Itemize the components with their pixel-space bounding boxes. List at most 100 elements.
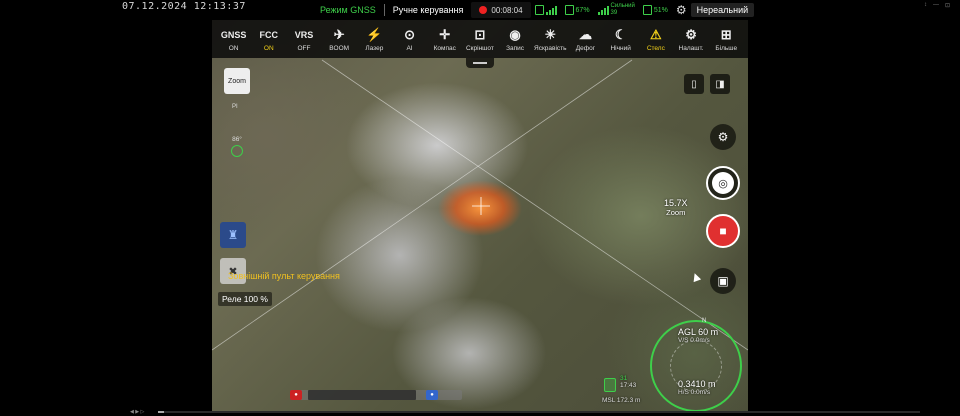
slider-right-blue-button[interactable]: ●	[426, 390, 438, 400]
video-record-button[interactable]: ■	[706, 214, 740, 248]
zoom-button[interactable]: Zoom	[224, 68, 250, 94]
window-controls: ↕ — ⊡	[924, 2, 950, 9]
player-controls-icon[interactable]: ◀ ▶ ▷	[130, 409, 144, 415]
agl-value: AGL 60 m	[678, 327, 719, 337]
distance-value: 0.3410 m	[678, 379, 716, 389]
gimbal-circle-icon	[231, 145, 243, 157]
msl-block: MSL 172.3 m	[602, 397, 640, 404]
rc-signal-icon	[545, 5, 557, 15]
fcc-icon: FCC	[259, 29, 279, 40]
signal-quality-label: Сильний	[610, 3, 635, 9]
toolbar-compass[interactable]: ✛ Компас	[428, 27, 462, 52]
drone-camera-view[interactable]: GNSS ON FCC ON VRS OFF ✈ BOOM ⚡ Лазер ⊙ AI ✛ Ко…	[212, 20, 748, 412]
top-bar: 07.12.2024 12:13:37 Режим GNSS Ручне кер…	[0, 0, 960, 20]
layout-pip-button[interactable]: ◨	[710, 74, 730, 94]
top-toolbar: GNSS ON FCC ON VRS OFF ✈ BOOM ⚡ Лазер ⊙ AI ✛ Ко…	[212, 20, 748, 58]
gimbal-angle: 86°	[232, 136, 242, 143]
vrs-icon: VRS	[294, 29, 314, 40]
video-scrubber[interactable]: ◀ ▶ ▷	[130, 408, 950, 416]
gnss-state: ON	[228, 44, 239, 52]
battery-icon	[564, 5, 574, 15]
toolbar-record[interactable]: ◉ Запис	[498, 27, 532, 52]
record-icon: ◉	[509, 26, 521, 42]
dot-icon: ●	[430, 392, 434, 398]
record-label: Запис	[506, 44, 525, 52]
more-label: Більше	[715, 44, 738, 52]
bottom-slider-fill	[308, 390, 416, 400]
distance-block: 0.3410 m H/S 0.0m/s	[678, 379, 716, 396]
video-signal-icon	[597, 5, 609, 15]
msl-value: MSL 172.3 m	[602, 397, 641, 404]
horizontal-speed: H/S 0.0m/s	[678, 389, 711, 396]
defog-label: Дефог	[575, 44, 596, 52]
rc-battery-icon	[642, 5, 652, 15]
control-mode[interactable]: Ручне керування	[385, 5, 472, 15]
gimbal-indicator: 86°	[228, 136, 246, 157]
toolbar-stealth[interactable]: ⚠ Стелс	[639, 27, 673, 52]
photo-shutter-button[interactable]: ◎	[706, 166, 740, 200]
drone-icon: ✈	[333, 26, 345, 42]
video-timestamp: 07.12.2024 12:13:37	[122, 1, 246, 12]
slider-left-red-button[interactable]: ●	[290, 390, 302, 400]
beacon-button[interactable]: ♜	[220, 222, 246, 248]
compass-icon: ✛	[439, 26, 451, 42]
north-marker: N	[702, 318, 707, 324]
toolbar-collapse-handle[interactable]	[466, 58, 494, 68]
toolbar-more[interactable]: ⊞ Більше	[709, 27, 743, 52]
night-label: Нічний	[610, 44, 631, 52]
defog-icon: ☁	[578, 26, 592, 42]
gnss-icon: GNSS	[220, 29, 247, 40]
relay-status: Реле 100 %	[218, 292, 272, 306]
toolbar-ai[interactable]: ⊙ AI	[393, 27, 427, 52]
toolbar-vrs[interactable]: VRS OFF	[287, 27, 321, 52]
laser-label: Лазер	[365, 44, 384, 52]
fcc-state: ON	[263, 44, 274, 52]
vertical-speed: V/S 0.0m/s	[678, 337, 710, 344]
boom-label: BOOM	[329, 44, 350, 52]
scrubber-track[interactable]	[158, 411, 920, 413]
rc-battery-value: 51%	[653, 6, 668, 14]
gps-count: 31	[620, 375, 628, 382]
stealth-icon: ⚠	[650, 26, 662, 42]
screenshot-label: Скріншот	[465, 44, 494, 52]
window-ctrl-maximize[interactable]: ⊡	[945, 2, 950, 9]
status-strip: Режим GNSS Ручне керування 00:08:04 67% …	[312, 0, 755, 20]
layout-split-button[interactable]: ▯	[684, 74, 704, 94]
toolbar-gnss[interactable]: GNSS ON	[217, 27, 251, 52]
rc-battery: 51%	[639, 5, 672, 15]
toolbar-night[interactable]: ☾ Нічний	[604, 27, 638, 52]
toolbar-settings[interactable]: ⚙ Налашт.	[674, 27, 708, 52]
camera-icon: ◎	[712, 172, 734, 194]
gallery-button[interactable]: ▣	[710, 268, 736, 294]
altitude-block: AGL 60 m V/S 0.0m/s	[678, 327, 718, 344]
zoom-level-display[interactable]: 15.7X Zoom	[664, 198, 688, 217]
compass-label: Компас	[433, 44, 456, 52]
video-signal: Сильний 39	[594, 3, 639, 17]
handle-bar-icon	[473, 62, 487, 64]
flight-mode[interactable]: Режим GNSS	[312, 5, 384, 15]
vrs-state: OFF	[297, 44, 311, 52]
remote-controller-icon	[534, 5, 544, 15]
camera-gear-icon: ⚙	[717, 130, 729, 144]
settings-label: Налашт.	[678, 44, 704, 52]
scrubber-progress	[158, 411, 164, 413]
night-mode-icon: ☾	[614, 26, 627, 42]
aircraft-battery: 67%	[561, 5, 594, 15]
settings-gear-icon[interactable]: ⚙	[672, 3, 691, 17]
toolbar-screenshot[interactable]: ⊡ Скріншот	[463, 27, 497, 52]
toolbar-laser[interactable]: ⚡ Лазер	[357, 27, 391, 52]
toolbar-defog[interactable]: ☁ Дефог	[568, 27, 602, 52]
toolbar-brightness[interactable]: ☀ Яскравість	[533, 27, 567, 52]
toolbar-fcc[interactable]: FCC ON	[252, 27, 286, 52]
camera-settings-button[interactable]: ⚙	[710, 124, 736, 150]
view-mode-label[interactable]: Нереальний	[690, 3, 755, 17]
toolbar-boom[interactable]: ✈ BOOM	[322, 27, 356, 52]
video-camera-icon: ■	[719, 224, 727, 238]
ai-icon: ⊙	[404, 26, 415, 42]
pip-view-icon: ◨	[715, 78, 725, 90]
laser-icon: ⚡	[366, 26, 383, 42]
aircraft-battery-value: 67%	[575, 6, 590, 14]
recording-time: 00:08:04	[491, 5, 523, 15]
window-ctrl-resize[interactable]: ↕	[924, 2, 927, 9]
window-ctrl-minimize[interactable]: —	[933, 2, 939, 9]
